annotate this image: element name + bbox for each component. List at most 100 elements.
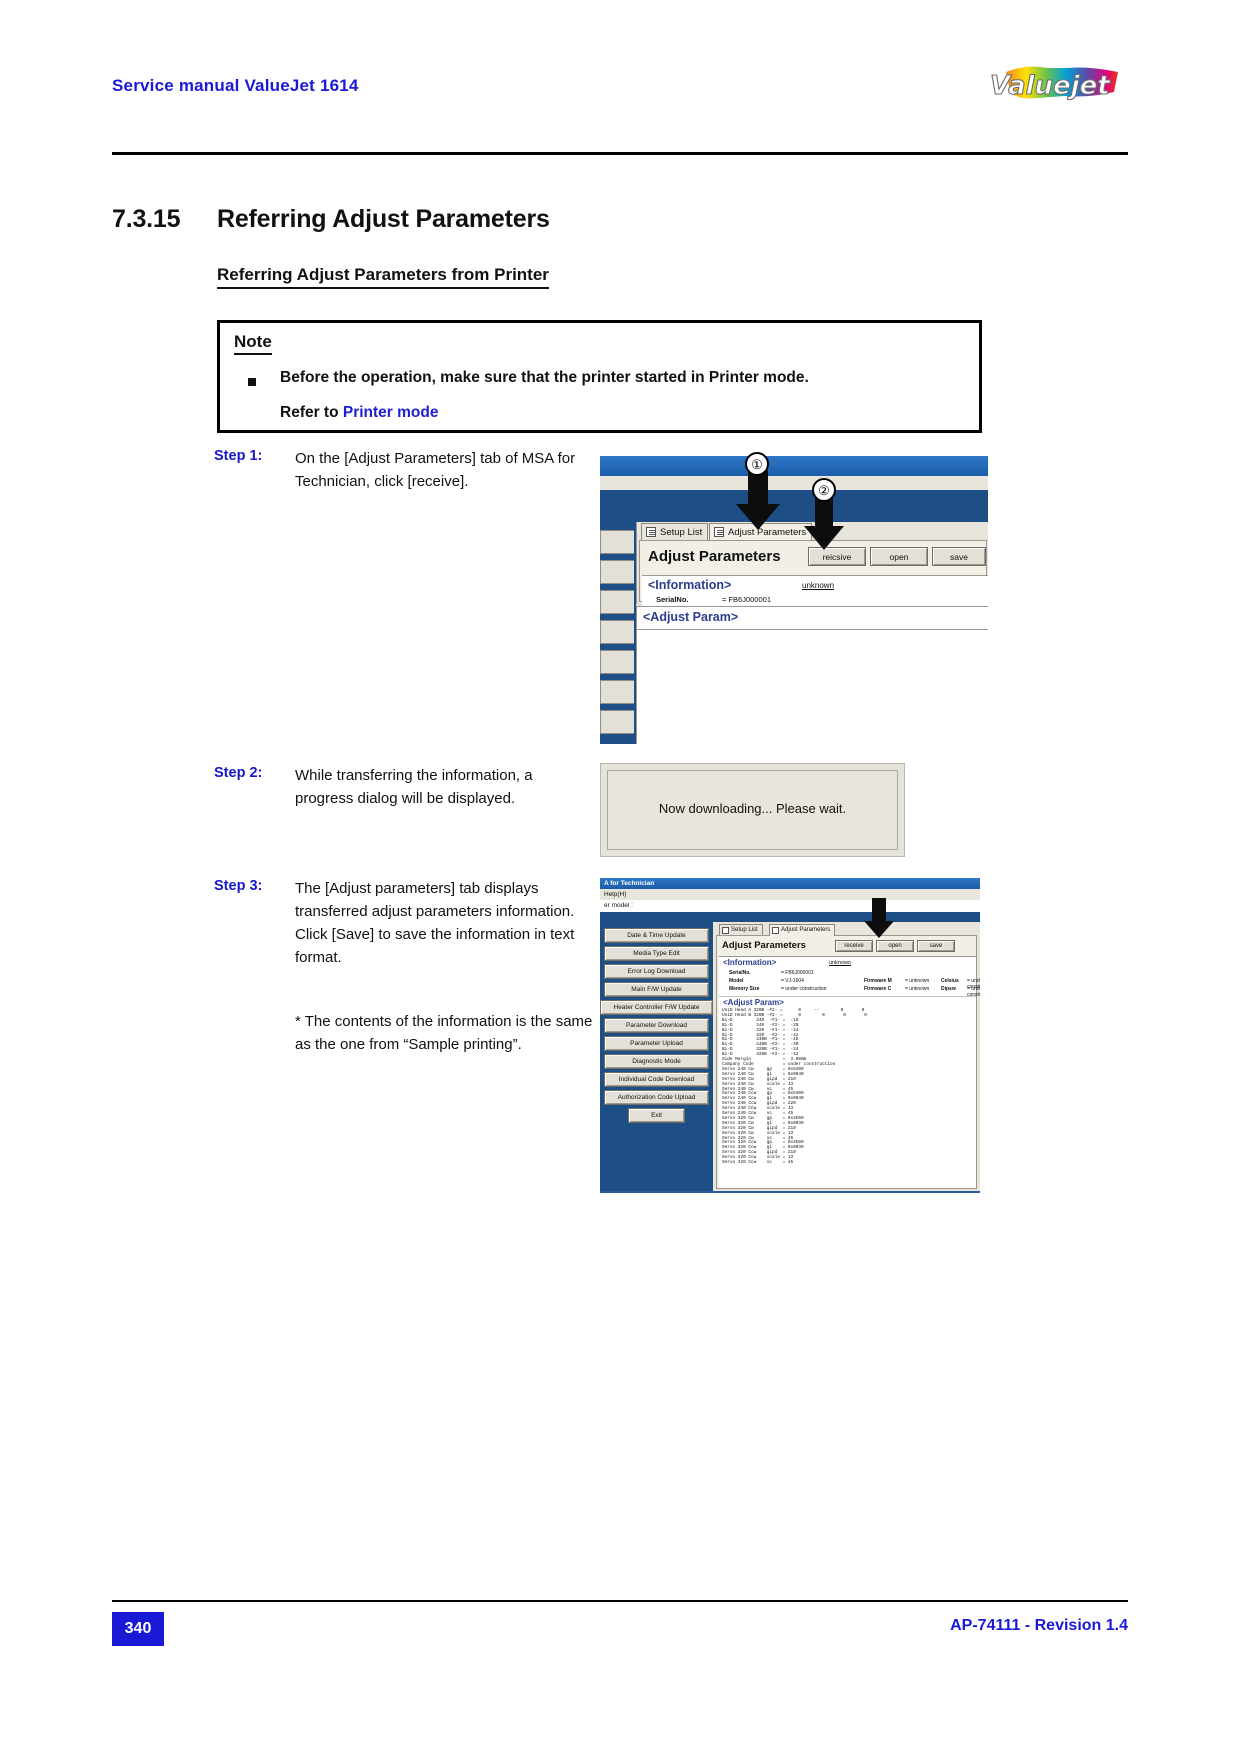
tab-label: Setup List <box>660 527 703 538</box>
sidebar-item-authorization-code-upload[interactable]: Authorization Code Upload <box>604 1090 709 1105</box>
tab-label: Adjust Parameters <box>781 927 831 933</box>
printer-mode-link[interactable]: Printer mode <box>343 404 439 421</box>
sidebar-menu: Date & Time Update Media Type Edit Error… <box>600 922 713 1191</box>
note-label: Note <box>234 332 272 355</box>
window-toolbar-band <box>600 490 988 522</box>
list-icon <box>714 527 724 537</box>
firmware-c-key: Firmware C <box>864 986 892 992</box>
step-3-text: The [Adjust parameters] tab displays tra… <box>295 880 575 966</box>
callout-number-1: ① <box>745 452 769 476</box>
refer-prefix: Refer to <box>280 404 343 421</box>
screenshot-step-2-progress-dialog: Now downloading... Please wait. <box>600 763 905 857</box>
step-2-label: Step 2: <box>214 765 263 781</box>
bullet-square-icon <box>248 378 256 386</box>
sidebar-item-date-time-update[interactable]: Date & Time Update <box>604 928 709 943</box>
screenshot-step-1: Setup List Adjust Parameters Adjust Para… <box>600 456 988 744</box>
note-refer-line: Refer to Printer mode <box>280 404 438 422</box>
window-menubar: Help(H) <box>600 889 980 900</box>
page-title: Referring Adjust Parameters <box>217 205 550 233</box>
information-section: <Information> unknown SerialNo. = FB6J00… <box>719 956 980 998</box>
adjust-param-dump: UniD Head A 320B -#2- = 0 -- 0 0 UniD He… <box>719 1008 976 1188</box>
callout-arrow-2 <box>802 496 846 557</box>
side-button[interactable] <box>600 590 634 614</box>
memory-size-value: = under construction <box>781 986 827 992</box>
side-button[interactable] <box>600 620 634 644</box>
panel-title: Adjust Parameters <box>648 548 781 565</box>
serial-no-key: SerialNo. <box>729 970 751 976</box>
firmware-m-key: Firmware M <box>864 978 892 984</box>
save-button[interactable]: save <box>932 547 986 566</box>
tab-setup-list[interactable]: Setup List <box>641 523 709 540</box>
valuejet-logo: Valuejet <box>968 62 1128 110</box>
side-button[interactable] <box>600 530 634 554</box>
sidebar-item-heater-controller-fw-update[interactable]: Heater Controller F/W Update <box>600 1000 713 1015</box>
information-unknown-label: unknown <box>802 581 835 590</box>
information-title: <Information> <box>648 578 732 592</box>
step-2-text: While transferring the information, a pr… <box>295 767 533 807</box>
window-titlebar <box>600 456 988 476</box>
page-header: Service manual ValueJet 1614 Valuejet <box>112 66 1128 150</box>
callout-number-2: ② <box>812 478 836 502</box>
tab-adjust-parameters[interactable]: Adjust Parameters <box>769 924 836 936</box>
model-key: Model <box>729 978 744 984</box>
header-title: Service manual ValueJet 1614 <box>112 76 359 95</box>
information-title: <Information> <box>723 958 777 967</box>
svg-text:Valuejet: Valuejet <box>990 71 1111 101</box>
step-1-label: Step 1: <box>214 448 263 464</box>
tab-label: Setup List <box>731 927 758 933</box>
window-titlebar: A for Technician <box>600 878 980 889</box>
screenshot-step-3: A for Technician Help(H) er model : Date… <box>600 878 980 1193</box>
note-bullet-text: Before the operation, make sure that the… <box>280 369 809 386</box>
save-button[interactable]: save <box>917 940 955 952</box>
adjust-param-title: <Adjust Param> <box>643 610 739 624</box>
progress-message: Now downloading... Please wait. <box>658 801 847 816</box>
list-icon <box>772 927 779 934</box>
firmware-c-value: = unknown <box>905 986 930 992</box>
serial-no-value: = FB6J000001 <box>722 595 771 604</box>
printer-model-label: er model : <box>600 900 980 912</box>
footer-divider <box>112 1600 1128 1602</box>
section-subtitle: Referring Adjust Parameters from Printer <box>217 265 549 289</box>
sidebar-item-main-fw-update[interactable]: Main F/W Update <box>604 982 709 997</box>
note-box: Note Before the operation, make sure tha… <box>217 320 982 433</box>
tab-panel: Setup List Adjust Parameters Adjust Para… <box>713 922 980 1191</box>
information-unknown-label: unknown <box>829 960 852 966</box>
sidebar-item-exit[interactable]: Exit <box>628 1108 685 1123</box>
side-button[interactable] <box>600 560 634 584</box>
adjust-param-title: <Adjust Param> <box>723 998 784 1007</box>
list-icon <box>722 927 729 934</box>
adjust-parameters-panel: Adjust Parameters receive open save <Inf… <box>716 935 980 1189</box>
page-number-badge: 340 <box>112 1612 164 1646</box>
sidebar-item-diagnostic-mode[interactable]: Diagnostic Mode <box>604 1054 709 1069</box>
step-3-note: * The contents of the information is the… <box>295 1013 593 1053</box>
header-divider <box>112 152 1128 155</box>
dipsw-key: Dipsw <box>941 986 956 992</box>
sidebar-item-parameter-upload[interactable]: Parameter Upload <box>604 1036 709 1051</box>
side-button[interactable] <box>600 650 634 674</box>
callout-arrow-1 <box>734 470 782 537</box>
section-number: 7.3.15 <box>112 205 181 233</box>
adjust-param-body <box>636 630 988 744</box>
adjust-param-section: <Adjust Param> <box>719 996 976 1008</box>
sidebar-item-error-log-download[interactable]: Error Log Download <box>604 964 709 979</box>
step-1-text: On the [Adjust Parameters] tab of MSA fo… <box>295 450 576 490</box>
serial-no-value: = FB6J000001 <box>781 970 814 976</box>
model-value: = VJ-1604 <box>781 978 804 984</box>
side-button[interactable] <box>600 710 634 734</box>
adjust-param-section: <Adjust Param> <box>636 606 988 630</box>
window-menubar <box>600 476 988 490</box>
sidebar-item-individual-code-download[interactable]: Individual Code Download <box>604 1072 709 1087</box>
sidebar-item-media-type-edit[interactable]: Media Type Edit <box>604 946 709 961</box>
serial-no-key: SerialNo. <box>656 595 689 604</box>
dialog-body: Now downloading... Please wait. <box>607 770 898 850</box>
side-button[interactable] <box>600 680 634 704</box>
memory-size-key: Memory Size <box>729 986 760 992</box>
open-button[interactable]: open <box>870 547 928 566</box>
list-icon <box>646 527 656 537</box>
footer-revision: AP-74111 - Revision 1.4 <box>950 1617 1128 1634</box>
firmware-m-value: = unknown <box>905 978 930 984</box>
sidebar-item-parameter-download[interactable]: Parameter Download <box>604 1018 709 1033</box>
window-toolbar-band <box>600 912 980 922</box>
panel-title: Adjust Parameters <box>722 940 806 951</box>
celsius-key: Celsius <box>941 978 959 984</box>
